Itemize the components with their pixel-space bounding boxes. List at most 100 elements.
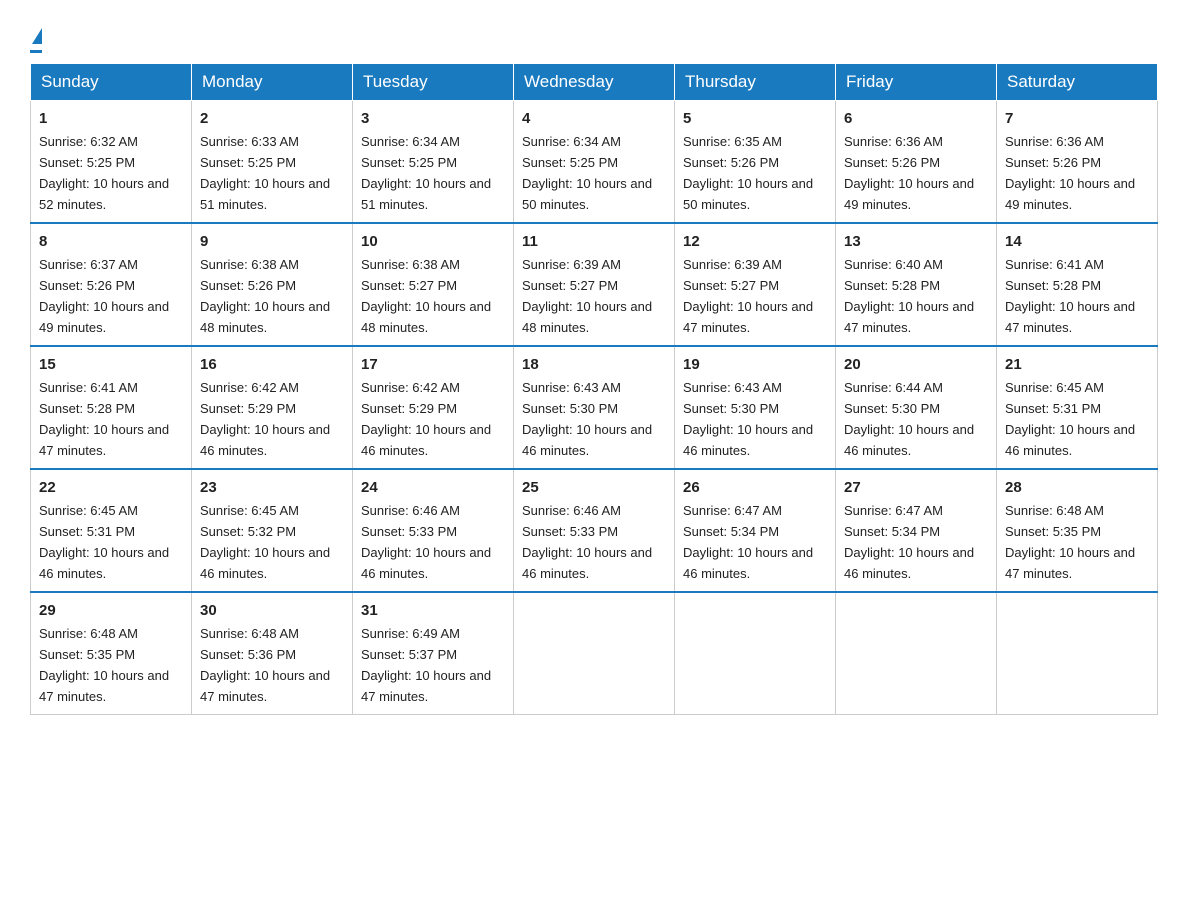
day-sunset: Sunset: 5:30 PM [844,401,940,416]
weekday-header-saturday: Saturday [997,64,1158,101]
day-sunset: Sunset: 5:27 PM [361,278,457,293]
calendar-cell: 24Sunrise: 6:46 AMSunset: 5:33 PMDayligh… [353,469,514,592]
day-number: 7 [1005,107,1149,130]
day-number: 17 [361,353,505,376]
day-number: 16 [200,353,344,376]
day-daylight: Daylight: 10 hours and 48 minutes. [200,299,330,335]
calendar-cell: 8Sunrise: 6:37 AMSunset: 5:26 PMDaylight… [31,223,192,346]
day-sunrise: Sunrise: 6:45 AM [39,503,138,518]
calendar-cell: 27Sunrise: 6:47 AMSunset: 5:34 PMDayligh… [836,469,997,592]
calendar-cell: 28Sunrise: 6:48 AMSunset: 5:35 PMDayligh… [997,469,1158,592]
day-daylight: Daylight: 10 hours and 46 minutes. [844,422,974,458]
day-number: 24 [361,476,505,499]
day-sunset: Sunset: 5:26 PM [844,155,940,170]
calendar-week-row: 29 Sunrise: 6:48 AM Sunset: 5:35 PM Dayligh… [31,592,1158,714]
day-daylight: Daylight: 10 hours and 46 minutes. [522,422,652,458]
day-sunset: Sunset: 5:26 PM [200,278,296,293]
day-sunset: Sunset: 5:31 PM [39,524,135,539]
day-sunrise: Sunrise: 6:48 AM [39,626,138,641]
day-sunset: Sunset: 5:37 PM [361,647,457,662]
weekday-header-sunday: Sunday [31,64,192,101]
logo-text [30,20,42,48]
calendar-cell: 5Sunrise: 6:35 AMSunset: 5:26 PMDaylight… [675,101,836,223]
day-daylight: Daylight: 10 hours and 50 minutes. [683,176,813,212]
weekday-header-tuesday: Tuesday [353,64,514,101]
day-sunrise: Sunrise: 6:46 AM [361,503,460,518]
day-sunrise: Sunrise: 6:36 AM [1005,134,1104,149]
weekday-header-monday: Monday [192,64,353,101]
calendar-cell [997,592,1158,714]
calendar-cell: 21Sunrise: 6:45 AMSunset: 5:31 PMDayligh… [997,346,1158,469]
calendar-cell: 25Sunrise: 6:46 AMSunset: 5:33 PMDayligh… [514,469,675,592]
day-sunrise: Sunrise: 6:47 AM [844,503,943,518]
day-number: 9 [200,230,344,253]
calendar-cell: 9Sunrise: 6:38 AMSunset: 5:26 PMDaylight… [192,223,353,346]
calendar-cell: 20Sunrise: 6:44 AMSunset: 5:30 PMDayligh… [836,346,997,469]
day-daylight: Daylight: 10 hours and 46 minutes. [844,545,974,581]
day-number: 2 [200,107,344,130]
day-daylight: Daylight: 10 hours and 46 minutes. [522,545,652,581]
day-daylight: Daylight: 10 hours and 46 minutes. [361,545,491,581]
day-number: 8 [39,230,183,253]
day-daylight: Daylight: 10 hours and 46 minutes. [39,545,169,581]
day-sunset: Sunset: 5:32 PM [200,524,296,539]
day-number: 5 [683,107,827,130]
day-number: 4 [522,107,666,130]
calendar-week-row: 15Sunrise: 6:41 AMSunset: 5:28 PMDayligh… [31,346,1158,469]
day-sunrise: Sunrise: 6:33 AM [200,134,299,149]
day-sunrise: Sunrise: 6:41 AM [39,380,138,395]
calendar-cell: 15Sunrise: 6:41 AMSunset: 5:28 PMDayligh… [31,346,192,469]
calendar-cell: 14Sunrise: 6:41 AMSunset: 5:28 PMDayligh… [997,223,1158,346]
calendar-cell: 29Sunrise: 6:48 AMSunset: 5:35 PMDayligh… [31,592,192,714]
day-sunset: Sunset: 5:27 PM [522,278,618,293]
day-sunset: Sunset: 5:36 PM [200,647,296,662]
weekday-header-row: SundayMondayTuesdayWednesdayThursdayFrid… [31,64,1158,101]
day-daylight: Daylight: 10 hours and 49 minutes. [39,299,169,335]
day-daylight: Daylight: 10 hours and 47 minutes. [39,422,169,458]
weekday-header-wednesday: Wednesday [514,64,675,101]
logo [30,20,42,53]
day-number: 12 [683,230,827,253]
day-daylight: Daylight: 10 hours and 49 minutes. [1005,176,1135,212]
day-sunrise: Sunrise: 6:34 AM [361,134,460,149]
calendar-cell: 12Sunrise: 6:39 AMSunset: 5:27 PMDayligh… [675,223,836,346]
calendar-cell: 6Sunrise: 6:36 AMSunset: 5:26 PMDaylight… [836,101,997,223]
day-daylight: Daylight: 10 hours and 47 minutes. [683,299,813,335]
day-sunrise: Sunrise: 6:48 AM [200,626,299,641]
day-number: 10 [361,230,505,253]
calendar-cell: 13Sunrise: 6:40 AMSunset: 5:28 PMDayligh… [836,223,997,346]
calendar-cell: 17Sunrise: 6:42 AMSunset: 5:29 PMDayligh… [353,346,514,469]
day-sunset: Sunset: 5:25 PM [522,155,618,170]
day-sunset: Sunset: 5:26 PM [1005,155,1101,170]
day-sunset: Sunset: 5:25 PM [200,155,296,170]
calendar-cell: 26Sunrise: 6:47 AMSunset: 5:34 PMDayligh… [675,469,836,592]
day-number: 14 [1005,230,1149,253]
day-sunrise: Sunrise: 6:42 AM [361,380,460,395]
day-sunset: Sunset: 5:25 PM [39,155,135,170]
day-sunset: Sunset: 5:35 PM [1005,524,1101,539]
day-sunrise: Sunrise: 6:47 AM [683,503,782,518]
day-sunset: Sunset: 5:28 PM [1005,278,1101,293]
day-number: 28 [1005,476,1149,499]
day-number: 29 [39,599,183,622]
day-number: 26 [683,476,827,499]
calendar-cell [836,592,997,714]
day-sunrise: Sunrise: 6:40 AM [844,257,943,272]
day-daylight: Daylight: 10 hours and 50 minutes. [522,176,652,212]
day-sunrise: Sunrise: 6:43 AM [683,380,782,395]
day-daylight: Daylight: 10 hours and 49 minutes. [844,176,974,212]
day-sunset: Sunset: 5:35 PM [39,647,135,662]
weekday-header-friday: Friday [836,64,997,101]
day-sunset: Sunset: 5:29 PM [361,401,457,416]
day-sunset: Sunset: 5:29 PM [200,401,296,416]
day-sunrise: Sunrise: 6:43 AM [522,380,621,395]
day-daylight: Daylight: 10 hours and 51 minutes. [361,176,491,212]
calendar-cell: 16Sunrise: 6:42 AMSunset: 5:29 PMDayligh… [192,346,353,469]
day-number: 11 [522,230,666,253]
day-daylight: Daylight: 10 hours and 47 minutes. [361,668,491,704]
day-sunset: Sunset: 5:31 PM [1005,401,1101,416]
day-daylight: Daylight: 10 hours and 46 minutes. [200,422,330,458]
day-sunrise: Sunrise: 6:45 AM [1005,380,1104,395]
calendar-week-row: 1Sunrise: 6:32 AMSunset: 5:25 PMDaylight… [31,101,1158,223]
day-daylight: Daylight: 10 hours and 48 minutes. [361,299,491,335]
